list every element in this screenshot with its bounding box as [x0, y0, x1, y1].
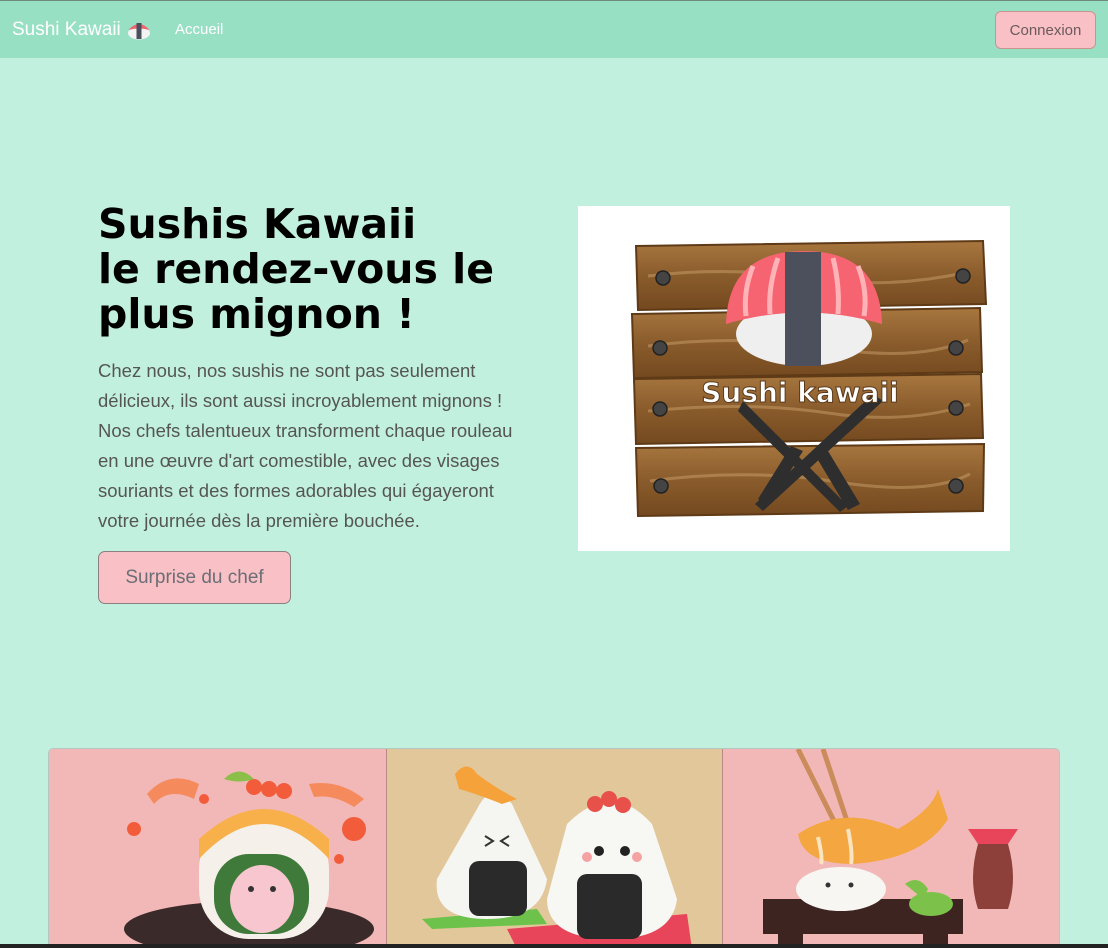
hero-description: Chez nous, nos sushis ne sont pas seulem…: [98, 360, 513, 531]
login-button[interactable]: Connexion: [995, 11, 1096, 49]
hero-title: Sushis Kawaii le rendez-vous le plus mig…: [98, 202, 558, 337]
sushi-icon: [127, 20, 151, 40]
hero-title-line-3: plus mignon !: [98, 290, 415, 338]
sushi-kawaii-logo: Sushi kawaii: [578, 206, 1010, 551]
brand-name: Sushi Kawaii: [12, 19, 121, 40]
sushi-gallery: [48, 748, 1060, 948]
nav-link-accueil[interactable]: Accueil: [175, 21, 223, 38]
logo-text: Sushi kawaii: [701, 376, 899, 409]
bottom-edge: [0, 944, 1108, 948]
navbar: Sushi Kawaii Accueil Connexion: [0, 0, 1108, 58]
brand-link[interactable]: Sushi Kawaii: [12, 19, 151, 41]
chef-surprise-button[interactable]: Surprise du chef: [98, 551, 291, 604]
sushi-roll-image: [49, 749, 386, 947]
onigiri-image: [385, 749, 723, 947]
shrimp-nigiri-image: [722, 749, 1059, 947]
hero-title-line-1: Sushis Kawaii: [98, 200, 417, 248]
hero-title-line-2: le rendez-vous le: [98, 245, 495, 293]
